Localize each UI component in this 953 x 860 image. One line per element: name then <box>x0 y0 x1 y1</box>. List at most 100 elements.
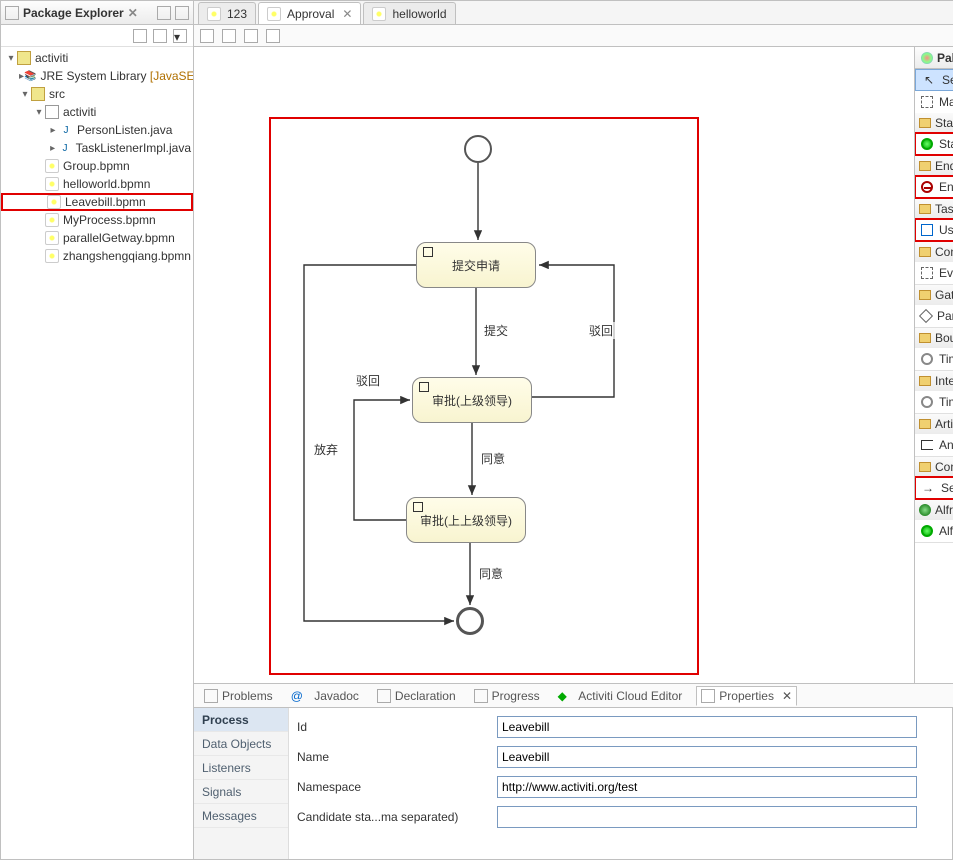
prop-cat-messages[interactable]: Messages <box>194 804 288 828</box>
palette-item-timercatching[interactable]: TimerCatchi... <box>915 391 953 413</box>
folder-icon <box>919 247 931 257</box>
package-explorer-view: Package Explorer ✕ ▾ ▾ activiti ▸📚 JRE S… <box>1 1 194 859</box>
prop-cat-data-objects[interactable]: Data Objects <box>194 732 288 756</box>
link-editor-icon[interactable] <box>153 29 167 43</box>
src-folder-node[interactable]: ▾ src <box>1 85 193 103</box>
timer-icon <box>921 353 933 365</box>
bpmn-icon <box>267 7 281 21</box>
toolbar-button[interactable] <box>222 29 236 43</box>
palette-title: Palette <box>937 51 953 65</box>
minimize-icon[interactable] <box>157 6 171 20</box>
toolbar-button[interactable] <box>266 29 280 43</box>
prop-input-id[interactable] <box>497 716 917 738</box>
progress-icon <box>474 689 488 703</box>
view-menu-icon[interactable]: ▾ <box>173 29 187 43</box>
properties-icon <box>701 689 715 703</box>
palette-item-timerboundary[interactable]: TimerBound... <box>915 348 953 370</box>
tab-problems[interactable]: Problems <box>200 687 277 705</box>
prop-input-name[interactable] <box>497 746 917 768</box>
user-task-icon <box>423 247 433 257</box>
palette-item-annotation[interactable]: Annotation <box>915 434 953 456</box>
bpmn-file-leavebill[interactable]: Leavebill.bpmn <box>1 193 193 211</box>
bpmn-file-node[interactable]: zhangshengqiang.bpmn <box>1 247 193 265</box>
toolbar-button[interactable] <box>200 29 214 43</box>
prop-label-candidate: Candidate sta...ma separated) <box>297 810 497 824</box>
bpmn-file-node[interactable]: helloworld.bpmn <box>1 175 193 193</box>
close-icon[interactable]: ✕ <box>342 7 352 21</box>
tab-properties[interactable]: Properties✕ <box>696 686 797 706</box>
tab-cloud-editor[interactable]: ◆ Activiti Cloud Editor <box>554 687 687 705</box>
palette-item-usertask[interactable]: UserTask <box>915 219 953 241</box>
end-event[interactable] <box>456 607 484 635</box>
prop-cat-process[interactable]: Process <box>194 708 288 732</box>
tab-declaration[interactable]: Declaration <box>373 687 460 705</box>
alfresco-icon <box>919 504 931 516</box>
palette-group-artifacts[interactable]: Artifacts⋄ <box>915 414 953 434</box>
editor-tab[interactable]: helloworld <box>363 2 455 24</box>
flow-label: 驳回 <box>587 322 615 339</box>
user-task-approve1[interactable]: 审批(上级领导) <box>412 377 532 423</box>
folder-icon <box>919 204 931 214</box>
prop-label-id: Id <box>297 720 497 734</box>
bpmn-file-node[interactable]: parallelGetway.bpmn <box>1 229 193 247</box>
palette-group-end[interactable]: End event⋄ <box>915 156 953 176</box>
library-node[interactable]: ▸📚 JRE System Library [JavaSE <box>1 67 193 85</box>
palette-group-connection[interactable]: Connection⋄ <box>915 457 953 477</box>
palette-group-gateway[interactable]: Gateway⋄ <box>915 285 953 305</box>
user-task-submit[interactable]: 提交申请 <box>416 242 536 288</box>
flow-label: 驳回 <box>354 372 382 389</box>
palette-item-eventsubprocess[interactable]: EventSubPro... <box>915 262 953 284</box>
package-explorer-title: Package Explorer ✕ <box>5 6 157 20</box>
palette-item-alfrescostart[interactable]: AlfrescoStart <box>915 520 953 542</box>
folder-icon <box>919 462 931 472</box>
prop-input-namespace[interactable] <box>497 776 917 798</box>
palette-group-container[interactable]: Container⋄ <box>915 242 953 262</box>
start-event[interactable] <box>464 135 492 163</box>
editor-toolbar <box>194 25 953 47</box>
bpmn-icon <box>372 7 386 21</box>
prop-cat-signals[interactable]: Signals <box>194 780 288 804</box>
close-icon[interactable]: ✕ <box>128 6 138 20</box>
folder-icon <box>919 333 931 343</box>
toolbar-button[interactable] <box>244 29 258 43</box>
project-node[interactable]: ▾ activiti <box>1 49 193 67</box>
flow-label: 放弃 <box>312 441 340 458</box>
palette-tool-select[interactable]: ↖ Select <box>915 69 953 91</box>
java-file-node[interactable]: ▸J TaskListenerImpl.java <box>1 139 193 157</box>
user-task-icon <box>419 382 429 392</box>
bpmn-file-node[interactable]: Group.bpmn <box>1 157 193 175</box>
palette-item-startevent[interactable]: StartEvent <box>915 133 953 155</box>
tab-progress[interactable]: Progress <box>470 687 544 705</box>
marquee-icon <box>921 96 933 108</box>
declaration-icon <box>377 689 391 703</box>
bpmn-file-node[interactable]: MyProcess.bpmn <box>1 211 193 229</box>
palette-item-parallelgateway[interactable]: ParallelGate... <box>915 305 953 327</box>
close-icon[interactable]: ✕ <box>782 689 792 703</box>
start-event-icon <box>921 138 933 150</box>
prop-input-candidate[interactable] <box>497 806 917 828</box>
palette-group-start[interactable]: Start event⋄ <box>915 113 953 133</box>
maximize-icon[interactable] <box>175 6 189 20</box>
flow-label: 同意 <box>477 565 505 582</box>
palette-group-alfresco[interactable]: Alfresco⋄ <box>915 500 953 520</box>
collapse-all-icon[interactable] <box>133 29 147 43</box>
editor-tab-active[interactable]: Approval ✕ <box>258 2 361 24</box>
palette-item-endevent[interactable]: EndEvent <box>915 176 953 198</box>
package-node[interactable]: ▾ activiti <box>1 103 193 121</box>
palette-item-sequenceflow[interactable]: →SequenceFlow <box>915 477 953 499</box>
folder-icon <box>919 376 931 386</box>
palette-group-task[interactable]: Task⋄ <box>915 199 953 219</box>
user-task-approve2[interactable]: 审批(上上级领导) <box>406 497 526 543</box>
tab-javadoc[interactable]: @ Javadoc <box>287 687 363 705</box>
properties-form: Id Name Namespace Candidate sta...ma sep… <box>289 708 953 859</box>
prop-cat-listeners[interactable]: Listeners <box>194 756 288 780</box>
palette-tool-marquee[interactable]: Marquee <box>915 91 953 113</box>
editor-tab[interactable]: 123 <box>198 2 256 24</box>
palette-group-boundary[interactable]: Boundary e...⋄ <box>915 328 953 348</box>
properties-categories: Process Data Objects Listeners Signals M… <box>194 708 289 859</box>
timer-icon <box>921 396 933 408</box>
bpmn-canvas[interactable]: 提交申请 审批(上级领导) 审批(上上级领导) 提交 同意 同意 驳回 <box>194 47 914 683</box>
folder-icon <box>919 118 931 128</box>
java-file-node[interactable]: ▸J PersonListen.java <box>1 121 193 139</box>
palette-group-intermediate[interactable]: Intermediat...⋄ <box>915 371 953 391</box>
